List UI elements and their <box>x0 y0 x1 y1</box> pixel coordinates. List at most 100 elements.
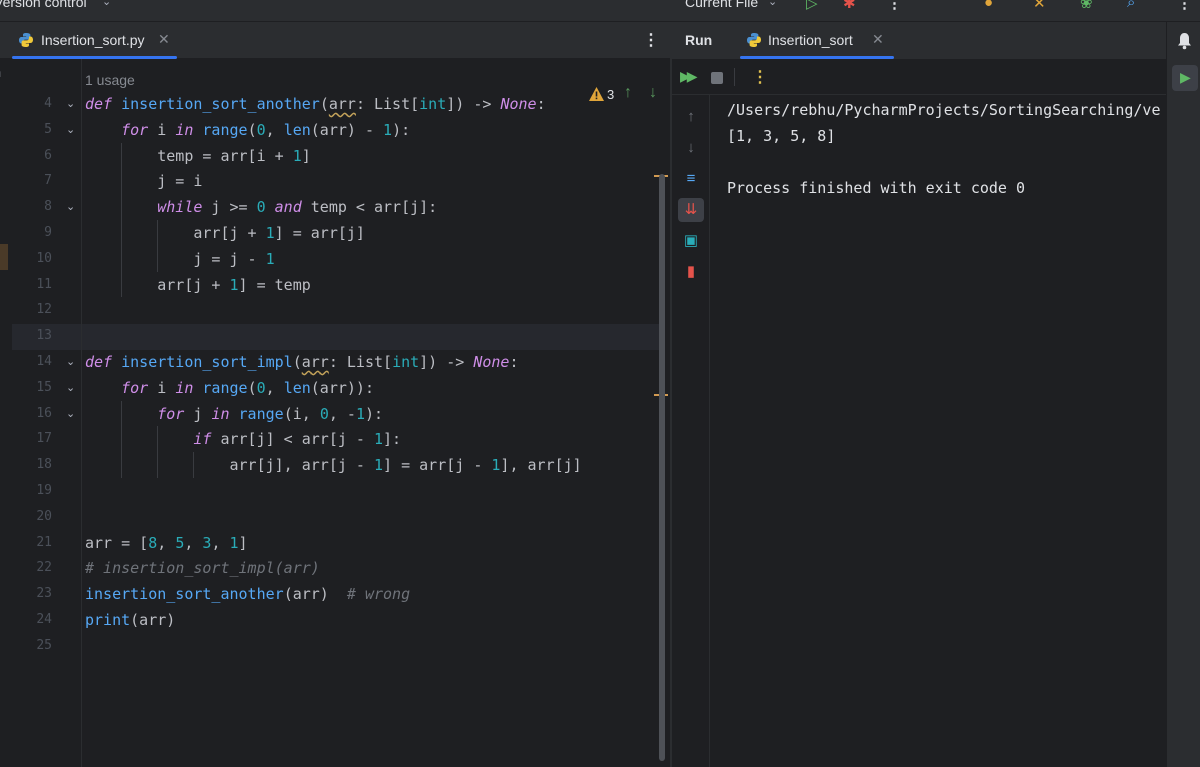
line-number[interactable]: 20 <box>17 509 52 524</box>
print-icon[interactable]: ▣ <box>678 229 704 253</box>
arrow-up-icon[interactable]: ↑ <box>678 105 704 129</box>
line-number[interactable]: 7 <box>17 173 52 188</box>
line-number[interactable]: 22 <box>17 560 52 575</box>
editor-tab-bar: Insertion_sort.py ✕ ⋮ <box>0 22 670 59</box>
project-panel-fragment: n <box>0 65 1 80</box>
main-toolbar: Version control ⌄ Current File ⌄ ▷ ✱ ⋮ ●… <box>0 0 1200 22</box>
fold-chevron-icon[interactable]: ⌄ <box>66 355 75 368</box>
line-number[interactable]: 21 <box>17 535 52 550</box>
ai-assistant-icon[interactable]: ❀ <box>1080 0 1093 12</box>
run-tool-button[interactable]: ▶ <box>1172 65 1198 91</box>
line-number[interactable]: 10 <box>17 251 52 266</box>
settings-menu-icon[interactable]: ⋮ <box>1177 0 1192 12</box>
code-line[interactable]: arr[j + 1] = temp <box>85 272 311 298</box>
code-line[interactable]: # insertion_sort_impl(arr) <box>85 555 320 581</box>
code-line[interactable]: j = j - 1 <box>85 246 274 272</box>
code-line[interactable]: for i in range(0, len(arr)): <box>85 375 374 401</box>
line-number[interactable]: 4 <box>17 96 52 111</box>
code-line[interactable]: def insertion_sort_another(arr: List[int… <box>85 91 546 117</box>
line-number-gutter: 4 ⌄ 5 ⌄ 6 7 8 ⌄ 9 10 11 12 13 14 ⌄ 15 ⌄ 16 ⌄ 17 18 19 20 21 22 23… <box>12 59 82 767</box>
run-tab-label: Insertion_sort <box>768 32 853 48</box>
code-with-me-icon[interactable]: ● <box>984 0 993 11</box>
line-number[interactable]: 17 <box>17 431 52 446</box>
code-line[interactable]: j = i <box>85 168 202 194</box>
editor-pane: Insertion_sort.py ✕ ⋮ n 4 ⌄ 5 ⌄ 6 7 8 ⌄ 9 10 11 12 1… <box>0 22 670 767</box>
line-number[interactable]: 16 <box>17 406 52 421</box>
run-tool-window-title: Run <box>685 32 713 48</box>
line-number[interactable]: 23 <box>17 586 52 601</box>
editor-options-icon[interactable]: ⋮ <box>643 30 659 50</box>
editor-tab-label: Insertion_sort.py <box>41 32 145 48</box>
version-control-widget[interactable]: Version control <box>0 0 87 10</box>
line-number[interactable]: 15 <box>17 380 52 395</box>
line-number[interactable]: 9 <box>17 225 52 240</box>
debug-icon[interactable]: ✱ <box>843 0 856 12</box>
bell-icon[interactable] <box>1177 32 1192 50</box>
run-side-toolbar: ↑ ↓ ≡ ⇊ ▣ ▮ <box>672 95 710 767</box>
code-editor[interactable]: def insertion_sort_another(arr: List[int… <box>85 59 660 767</box>
run-header: Run Insertion_sort ✕ <box>672 22 1166 59</box>
code-line[interactable]: if arr[j] < arr[j - 1]: <box>85 426 401 452</box>
soft-wrap-icon[interactable]: ≡ <box>678 167 704 191</box>
trash-icon[interactable]: ▮ <box>678 260 704 284</box>
run-icon: ▶ <box>1180 69 1191 85</box>
run-tool-window: Run Insertion_sort ✕ ▶▶ ⋮ ↑ ↓ ≡ ⇊ ▣ ▮ /U… <box>672 22 1166 767</box>
code-line[interactable]: def insertion_sort_impl(arr: List[int]) … <box>85 349 519 375</box>
python-icon <box>747 33 761 47</box>
code-line[interactable]: print(arr) <box>85 607 175 633</box>
editor-tab-insertion-sort[interactable]: Insertion_sort.py ✕ <box>12 22 177 59</box>
code-line[interactable]: for j in range(i, 0, -1): <box>85 401 383 427</box>
console-line: Process finished with exit code 0 <box>727 179 1026 197</box>
code-line[interactable]: while j >= 0 and temp < arr[j]: <box>85 194 437 220</box>
code-line[interactable]: arr = [8, 5, 3, 1] <box>85 530 248 556</box>
line-number[interactable]: 13 <box>17 328 52 343</box>
close-icon[interactable]: ✕ <box>872 31 884 48</box>
project-selection-marker <box>0 244 8 270</box>
indent-guide <box>157 220 158 272</box>
python-icon <box>19 33 33 47</box>
fold-chevron-icon[interactable]: ⌄ <box>66 381 75 394</box>
run-icon[interactable]: ▷ <box>806 0 818 12</box>
code-line[interactable]: temp = arr[i + 1] <box>85 143 311 169</box>
code-line[interactable]: insertion_sort_another(arr) # wrong <box>85 581 410 607</box>
rerun-icon[interactable]: ▶▶ <box>680 68 697 85</box>
code-line[interactable]: for i in range(0, len(arr) - 1): <box>85 117 410 143</box>
run-configuration-selector[interactable]: Current File <box>685 0 758 10</box>
console-output[interactable]: /Users/rebhu/PycharmProjects/SortingSear… <box>727 95 1166 767</box>
run-options-icon[interactable]: ⋮ <box>752 67 768 87</box>
line-number[interactable]: 6 <box>17 148 52 163</box>
line-number[interactable]: 25 <box>17 638 52 653</box>
fold-chevron-icon[interactable]: ⌄ <box>66 200 75 213</box>
line-number[interactable]: 12 <box>17 302 52 317</box>
chevron-down-icon[interactable]: ⌄ <box>768 0 777 8</box>
indent-guide <box>121 400 122 478</box>
chevron-down-icon[interactable]: ⌄ <box>102 0 111 8</box>
more-actions-icon[interactable]: ⋮ <box>887 0 902 12</box>
toolbar-separator <box>734 68 735 86</box>
close-icon[interactable]: ✕ <box>158 31 170 48</box>
code-line[interactable]: arr[j], arr[j - 1] = arr[j - 1], arr[j] <box>85 452 581 478</box>
close-icon[interactable]: ✕ <box>1033 0 1046 12</box>
stop-icon[interactable] <box>711 72 723 84</box>
line-number[interactable]: 5 <box>17 122 52 137</box>
line-number[interactable]: 19 <box>17 483 52 498</box>
line-number[interactable]: 8 <box>17 199 52 214</box>
search-icon[interactable]: ⌕ <box>1127 0 1135 11</box>
right-tool-strip: ▶ <box>1166 22 1200 767</box>
line-number[interactable]: 18 <box>17 457 52 472</box>
code-line[interactable]: arr[j + 1] = arr[j] <box>85 220 365 246</box>
fold-chevron-icon[interactable]: ⌄ <box>66 123 75 136</box>
fold-chevron-icon[interactable]: ⌄ <box>66 97 75 110</box>
run-tab-insertion-sort[interactable]: Insertion_sort ✕ <box>740 22 894 59</box>
project-panel-edge: n <box>0 59 12 767</box>
indent-guide <box>157 426 158 478</box>
indent-guide <box>193 452 194 478</box>
indent-guide <box>121 142 122 298</box>
scroll-to-end-icon[interactable]: ⇊ <box>678 198 704 222</box>
fold-chevron-icon[interactable]: ⌄ <box>66 407 75 420</box>
arrow-down-icon[interactable]: ↓ <box>678 136 704 160</box>
line-number[interactable]: 11 <box>17 277 52 292</box>
line-number[interactable]: 24 <box>17 612 52 627</box>
editor-scrollbar[interactable] <box>659 174 665 761</box>
line-number[interactable]: 14 <box>17 354 52 369</box>
